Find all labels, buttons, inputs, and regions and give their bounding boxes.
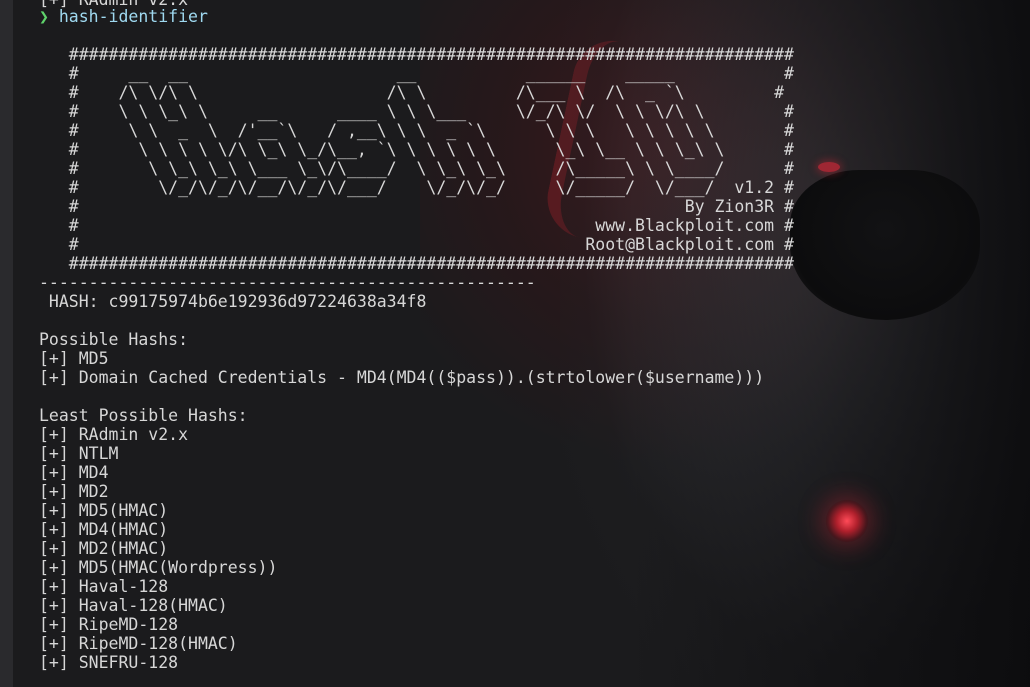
banner-line: # By Zion3R #: [39, 197, 794, 216]
banner-line: ########################################…: [39, 254, 794, 273]
banner-line: # __ __ __ ______ _____ #: [39, 64, 794, 83]
least-hash-item: [+] MD5(HMAC): [39, 501, 169, 520]
banner-line: ########################################…: [39, 45, 794, 64]
banner-line: # \ \ \ \ \/\ \_\ \_/\__, `\ \ \ \ \ \ \…: [39, 140, 794, 159]
prompt-line: ❯ hash-identifier: [39, 7, 208, 26]
least-possible-hashes-title: Least Possible Hashs:: [39, 406, 248, 425]
banner-line: # www.Blackploit.com #: [39, 216, 794, 235]
hash-line: HASH: c99175974b6e192936d97224638a34f8: [39, 292, 427, 311]
banner-line: # \ \_\ \_\ \___ \_\/\____/ \ \_\ \_\ /\…: [39, 159, 794, 178]
least-hash-item: [+] SNEFRU-128: [39, 653, 179, 672]
least-hash-item: [+] MD2: [39, 482, 109, 501]
terminal-output[interactable]: [+] RAdmin v2.x ❯ hash-identifier ######…: [0, 0, 1030, 687]
banner-line: # Root@Blackploit.com #: [39, 235, 794, 254]
banner-line: # /\ \/\ \ /\ \ /\___ \ /\ _ `\ #: [39, 83, 785, 102]
prompt-chevron-icon: ❯: [39, 7, 49, 26]
possible-hash-item: [+] Domain Cached Credentials - MD4(MD4(…: [39, 368, 765, 387]
least-hash-item: [+] MD4: [39, 463, 109, 482]
banner-line: # \ \ \_\ \ __ ____ \ \ \___ \/_/\ \/ \ …: [39, 102, 794, 121]
separator-line: ----------------------------------------…: [39, 273, 536, 292]
least-hash-item: [+] MD4(HMAC): [39, 520, 169, 539]
possible-hashes-title: Possible Hashs:: [39, 330, 189, 349]
least-hash-item: [+] Haval-128: [39, 577, 169, 596]
banner-line: # \ \ _ \ /'__`\ / ,__\ \ \ _ `\ \ \ \ \…: [39, 121, 794, 140]
least-hash-item: [+] Haval-128(HMAC): [39, 596, 228, 615]
least-hash-item: [+] RipeMD-128: [39, 615, 179, 634]
least-hash-item: [+] MD2(HMAC): [39, 539, 169, 558]
banner-line: # \/_/\/_/\/__/\/_/\/___/ \/_/\/_/ \/___…: [39, 178, 794, 197]
least-hash-item: [+] RipeMD-128(HMAC): [39, 634, 238, 653]
least-hash-item: [+] RAdmin v2.x: [39, 425, 189, 444]
least-hash-item: [+] MD5(HMAC(Wordpress)): [39, 558, 278, 577]
least-hash-item: [+] NTLM: [39, 444, 119, 463]
command-text: hash-identifier: [58, 7, 208, 26]
possible-hash-item: [+] MD5: [39, 349, 109, 368]
